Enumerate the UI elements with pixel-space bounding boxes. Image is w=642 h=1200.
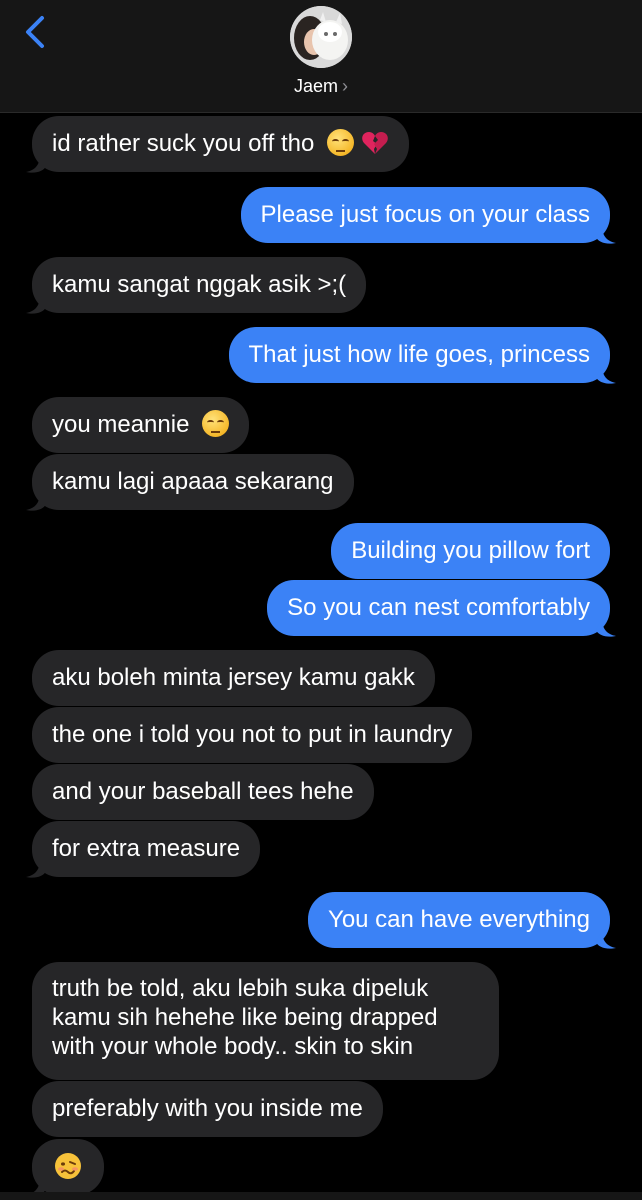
message-text: kamu lagi apaaa sekarang (52, 468, 334, 495)
message-text: Please just focus on your class (260, 201, 591, 228)
bubble-tail (596, 365, 616, 384)
incoming-message[interactable]: aku boleh minta jersey kamu gakk (32, 650, 435, 706)
incoming-message[interactable]: the one i told you not to put in laundry (32, 707, 473, 763)
message-text: kamu sangat nggak asik >;( (52, 271, 347, 298)
message-text: id rather suck you off tho (52, 130, 315, 157)
bubble-tail (26, 295, 46, 314)
outgoing-message[interactable]: Please just focus on your class (240, 187, 610, 243)
outgoing-message[interactable]: So you can nest comfortably (267, 580, 610, 636)
chevron-left-icon (26, 16, 44, 48)
chevron-right-icon: › (342, 76, 348, 96)
incoming-message[interactable]: kamu lagi apaaa sekarang (32, 454, 354, 510)
message-text: and your baseball tees hehe (52, 778, 354, 805)
bubble-tail (26, 859, 46, 878)
outgoing-message[interactable]: Building you pillow fort (331, 523, 610, 579)
message-text: you meannie (52, 411, 190, 438)
avatar-photo (290, 6, 352, 68)
bubble-tail (596, 930, 616, 949)
incoming-message[interactable]: preferably with you inside me (32, 1081, 383, 1137)
bubble-tail (596, 618, 616, 637)
avatar[interactable] (290, 6, 352, 68)
incoming-message[interactable]: and your baseball tees hehe (32, 764, 374, 820)
pensive-face-icon (202, 410, 230, 437)
message-line: with your whole body.. skin to skin (52, 1033, 414, 1060)
outgoing-message[interactable]: That just how life goes, princess (228, 327, 610, 383)
message-text: aku boleh minta jersey kamu gakk (52, 664, 415, 691)
bubble-tail (596, 225, 616, 244)
message-text: Building you pillow fort (351, 537, 590, 564)
message-thread[interactable]: id rather suck you off tho Please just f… (0, 113, 642, 1200)
contact-name-button[interactable]: Jaem › (0, 74, 642, 98)
outgoing-message[interactable]: You can have everything (308, 892, 610, 948)
back-button[interactable] (22, 14, 52, 54)
incoming-message[interactable]: truth be told, aku lebih suka dipeluk ka… (32, 962, 499, 1080)
woozy-face-icon (55, 1153, 81, 1179)
input-bar-edge (0, 1192, 642, 1200)
bubble-tail (26, 492, 46, 511)
incoming-message[interactable]: id rather suck you off tho (32, 116, 409, 172)
message-text: the one i told you not to put in laundry (52, 721, 453, 748)
message-text: preferably with you inside me (52, 1095, 363, 1122)
incoming-message[interactable]: for extra measure (32, 821, 261, 877)
broken-heart-icon (361, 132, 388, 154)
message-text: So you can nest comfortably (287, 594, 590, 621)
incoming-message[interactable]: you meannie (32, 397, 250, 453)
pensive-face-icon (327, 129, 355, 156)
incoming-message[interactable]: kamu sangat nggak asik >;( (32, 257, 367, 313)
contact-name: Jaem (293, 76, 338, 96)
conversation-header: Jaem › (0, 0, 642, 113)
message-text: for extra measure (52, 835, 241, 862)
message-text: You can have everything (328, 906, 590, 933)
message-line: truth be told, aku lebih suka dipeluk (52, 975, 429, 1002)
message-text: That just how life goes, princess (248, 341, 591, 368)
message-line: kamu sih hehehe like being drapped (52, 1004, 438, 1031)
bubble-tail (26, 154, 46, 173)
